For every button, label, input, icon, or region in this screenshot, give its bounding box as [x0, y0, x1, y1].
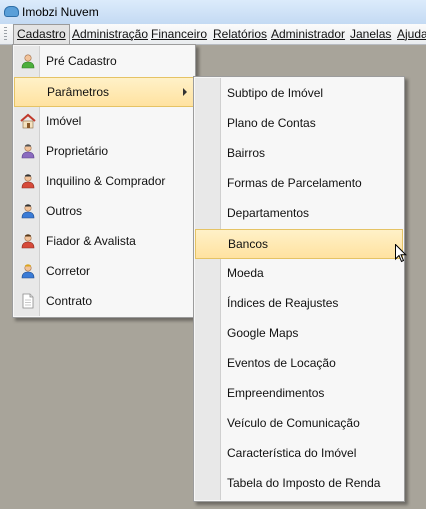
- menu-bar: Cadastro Administração Financeiro Relató…: [0, 24, 426, 45]
- person-red-icon: [21, 174, 35, 189]
- submenu-item-bancos[interactable]: Bancos: [195, 229, 403, 259]
- menu-item-outros[interactable]: Outros: [14, 197, 194, 225]
- submenu-item-plano-contas[interactable]: Plano de Contas: [195, 109, 403, 137]
- menu-ajuda[interactable]: Ajuda: [397, 27, 426, 41]
- title-bar: Imobzi Nuvem: [0, 0, 426, 25]
- submenu-item-moeda[interactable]: Moeda: [195, 259, 403, 287]
- menu-relatorios[interactable]: Relatórios: [213, 27, 267, 41]
- menu-item-parametros[interactable]: Parâmetros: [14, 77, 194, 107]
- person-green-icon: [21, 54, 35, 69]
- menu-item-corretor[interactable]: Corretor: [14, 257, 194, 285]
- submenu-item-departamentos[interactable]: Departamentos: [195, 199, 403, 227]
- submenu-arrow-icon: [183, 88, 187, 96]
- document-icon: [22, 293, 34, 309]
- menu-financeiro[interactable]: Financeiro: [151, 27, 207, 41]
- person-purple-icon: [21, 144, 35, 159]
- menu-item-contrato[interactable]: Contrato: [14, 287, 194, 315]
- submenu-item-indices-reajustes[interactable]: Índices de Reajustes: [195, 289, 403, 317]
- submenu-item-caracteristica-imovel[interactable]: Característica do Imóvel: [195, 439, 403, 467]
- house-icon: [20, 113, 36, 129]
- menu-administracao[interactable]: Administração: [72, 27, 148, 41]
- cadastro-dropdown: Pré Cadastro Parâmetros Imóvel Proprietá…: [12, 44, 196, 318]
- menu-item-imovel[interactable]: Imóvel: [14, 107, 194, 135]
- submenu-item-google-maps[interactable]: Google Maps: [195, 319, 403, 347]
- menu-item-fiador-avalista[interactable]: Fiador & Avalista: [14, 227, 194, 255]
- parametros-submenu: Subtipo de Imóvel Plano de Contas Bairro…: [193, 76, 405, 502]
- submenu-item-eventos-locacao[interactable]: Eventos de Locação: [195, 349, 403, 377]
- submenu-item-bairros[interactable]: Bairros: [195, 139, 403, 167]
- cloud-icon: [4, 6, 19, 17]
- submenu-item-empreendimentos[interactable]: Empreendimentos: [195, 379, 403, 407]
- person-red-icon: [21, 234, 35, 249]
- person-blue-icon: [21, 264, 35, 279]
- menu-item-inquilino-comprador[interactable]: Inquilino & Comprador: [14, 167, 194, 195]
- menu-item-pre-cadastro[interactable]: Pré Cadastro: [14, 47, 194, 75]
- menu-item-proprietario[interactable]: Proprietário: [14, 137, 194, 165]
- submenu-item-tabela-imposto-renda[interactable]: Tabela do Imposto de Renda: [195, 469, 403, 497]
- window-title: Imobzi Nuvem: [22, 5, 99, 19]
- toolbar-grip[interactable]: [4, 27, 7, 41]
- menu-administrador[interactable]: Administrador: [271, 27, 345, 41]
- submenu-item-formas-parcelamento[interactable]: Formas de Parcelamento: [195, 169, 403, 197]
- menu-janelas[interactable]: Janelas: [350, 27, 391, 41]
- submenu-item-subtipo-imovel[interactable]: Subtipo de Imóvel: [195, 79, 403, 107]
- menu-cadastro[interactable]: Cadastro: [13, 24, 70, 44]
- submenu-item-veiculo-comunicacao[interactable]: Veículo de Comunicação: [195, 409, 403, 437]
- mouse-cursor-icon: [395, 244, 407, 263]
- person-blue-icon: [21, 204, 35, 219]
